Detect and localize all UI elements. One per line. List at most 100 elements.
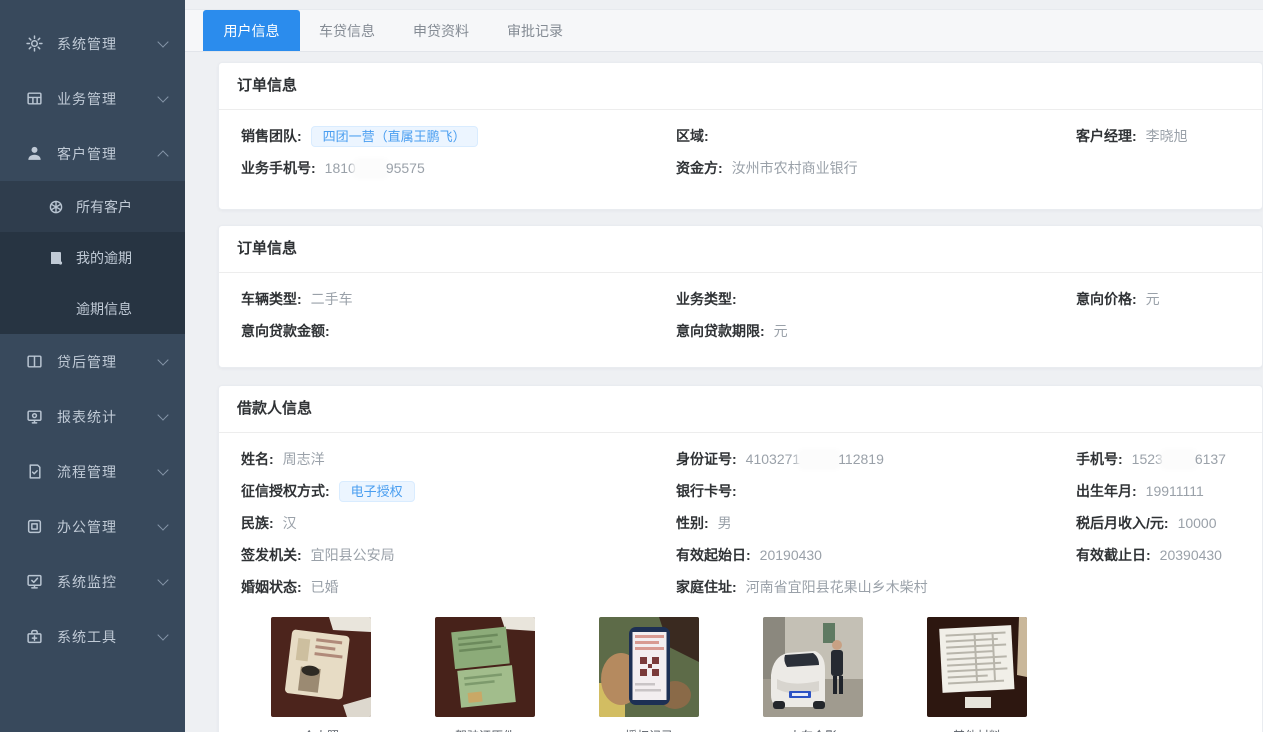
paper-document-photo[interactable]: 其他材料: [927, 617, 1027, 732]
field-marital-status: 婚姻状态: 已婚: [241, 571, 676, 603]
gear-icon: [26, 35, 43, 52]
photo-label: 驾驶证原件: [435, 727, 535, 732]
field-name: 姓名: 周志洋: [241, 443, 676, 475]
chevron-down-icon: [157, 629, 168, 640]
field-valid-from: 有效起始日: 20190430: [676, 539, 1076, 571]
field-label: 车辆类型:: [241, 289, 302, 309]
user-icon: [26, 145, 43, 162]
sidebar-item-label: 系统管理: [57, 34, 159, 54]
chevron-down-icon: [157, 464, 168, 475]
sidebar: 系统管理 业务管理 客户管理 所有客户: [0, 0, 185, 732]
field-business-type: 业务类型:: [676, 283, 1076, 315]
sidebar-item-label: 系统工具: [57, 627, 159, 647]
field-mobile: 手机号: 15236137: [1076, 443, 1262, 475]
sidebar-item-label: 客户管理: [57, 144, 159, 164]
sidebar-subitem-label: 所有客户: [76, 197, 132, 217]
field-home-address: 家庭住址: 河南省宜阳县花果山乡木柴村: [676, 571, 1076, 603]
phone-qr-photo[interactable]: 授权记录: [599, 617, 699, 732]
field-birth-date: 出生年月: 19911111: [1076, 475, 1262, 507]
sales-team-tag[interactable]: 四团一营（直属王鹏飞）: [311, 126, 478, 147]
chevron-down-icon: [157, 91, 168, 102]
sidebar-item-system-tools[interactable]: 系统工具: [0, 609, 185, 664]
credit-auth-tag[interactable]: 电子授权: [339, 481, 415, 502]
field-vehicle-type: 车辆类型: 二手车: [241, 283, 676, 315]
monitor-icon: [26, 408, 43, 425]
table-icon: [26, 90, 43, 107]
wheel-icon: [48, 199, 64, 215]
field-gender: 性别: 男: [676, 507, 1076, 539]
notebook-icon: [48, 250, 64, 266]
field-label: 意向价格:: [1076, 289, 1137, 309]
photo-label: 人车合影: [763, 727, 863, 732]
sidebar-item-system-management[interactable]: 系统管理: [0, 16, 185, 71]
chevron-down-icon: [157, 574, 168, 585]
sidebar-item-office-management[interactable]: 办公管理: [0, 499, 185, 554]
field-account-manager: 客户经理: 李晓旭: [1076, 120, 1262, 152]
document-photo-list: 个人照 驾驶证原件: [219, 603, 1262, 732]
sidebar-subitem-overdue-info[interactable]: 逾期信息: [0, 283, 185, 334]
redaction-blur: [800, 452, 838, 467]
field-value: 元: [1146, 289, 1160, 309]
field-label: 意向贷款期限:: [676, 321, 765, 341]
sidebar-subitem-label: 逾期信息: [76, 299, 132, 319]
sidebar-subitem-all-customers[interactable]: 所有客户: [0, 181, 185, 232]
field-label: 客户经理:: [1076, 126, 1137, 146]
sidebar-item-label: 系统监控: [57, 572, 159, 592]
sidebar-item-process-management[interactable]: 流程管理: [0, 444, 185, 499]
borrower-info-card: 借款人信息 姓名: 周志洋 身份证号: 4103271112819 手机号: 1…: [218, 385, 1263, 732]
tab-car-loan-info[interactable]: 车贷信息: [300, 10, 394, 51]
license-booklet-photo[interactable]: 驾驶证原件: [435, 617, 535, 732]
sidebar-item-label: 报表统计: [57, 407, 159, 427]
field-value: 汝州市农村商业银行: [732, 158, 858, 178]
field-label: 销售团队:: [241, 126, 302, 146]
chevron-down-icon: [157, 354, 168, 365]
field-label: 资金方:: [676, 158, 723, 178]
book-icon: [26, 353, 43, 370]
field-business-phone: 业务手机号: 181095575: [241, 152, 676, 184]
chevron-down-icon: [157, 36, 168, 47]
sidebar-item-report-statistics[interactable]: 报表统计: [0, 389, 185, 444]
sidebar-item-label: 办公管理: [57, 517, 159, 537]
sidebar-item-customer-management[interactable]: 客户管理: [0, 126, 185, 181]
tab-loan-application-docs[interactable]: 申贷资料: [394, 10, 488, 51]
toolbox-icon: [26, 628, 43, 645]
sidebar-item-postloan-management[interactable]: 贷后管理: [0, 334, 185, 389]
field-label: 区域:: [676, 126, 709, 146]
tab-approval-records[interactable]: 审批记录: [488, 10, 582, 51]
sidebar-subitem-my-overdue[interactable]: 我的逾期: [0, 232, 185, 283]
workflow-icon: [26, 463, 43, 480]
field-id-number: 身份证号: 4103271112819: [676, 443, 1076, 475]
field-label: 业务类型:: [676, 289, 737, 309]
field-bank-card: 银行卡号:: [676, 475, 1076, 507]
photo-label: 授权记录: [599, 727, 699, 732]
sidebar-item-system-monitor[interactable]: 系统监控: [0, 554, 185, 609]
card-title: 订单信息: [219, 226, 1262, 273]
field-intent-price: 意向价格: 元: [1076, 283, 1262, 315]
field-funder: 资金方: 汝州市农村商业银行: [676, 152, 1076, 184]
card-title: 订单信息: [219, 63, 1262, 110]
field-intent-loan-term: 意向贷款期限: 元: [676, 315, 1076, 347]
app-window: 系统管理 业务管理 客户管理 所有客户: [0, 0, 1263, 732]
card-title: 借款人信息: [219, 386, 1262, 433]
field-credit-auth: 征信授权方式: 电子授权: [241, 475, 676, 507]
field-label: 意向贷款金额:: [241, 321, 330, 341]
field-value: 李晓旭: [1146, 126, 1188, 146]
field-valid-to: 有效截止日: 20390430: [1076, 539, 1262, 571]
photo-label: 个人照: [271, 727, 371, 732]
chevron-up-icon: [157, 150, 168, 161]
redaction-blur: [356, 161, 386, 176]
sidebar-subitem-label: 我的逾期: [76, 248, 132, 268]
person-car-photo[interactable]: 人车合影: [763, 617, 863, 732]
field-sales-team: 销售团队: 四团一营（直属王鹏飞）: [241, 120, 676, 152]
field-value: 二手车: [311, 289, 353, 309]
sidebar-item-business-management[interactable]: 业务管理: [0, 71, 185, 126]
field-region: 区域:: [676, 120, 1076, 152]
field-intent-loan-amount: 意向贷款金额:: [241, 315, 676, 347]
tab-user-info[interactable]: 用户信息: [203, 10, 300, 51]
field-issuing-authority: 签发机关: 宜阳县公安局: [241, 539, 676, 571]
id-card-photo[interactable]: 个人照: [271, 617, 371, 732]
customer-management-submenu: 所有客户 我的逾期 逾期信息: [0, 181, 185, 334]
field-monthly-income: 税后月收入/元: 10000: [1076, 507, 1262, 539]
field-ethnicity: 民族: 汉: [241, 507, 676, 539]
field-value: 181095575: [325, 160, 425, 176]
